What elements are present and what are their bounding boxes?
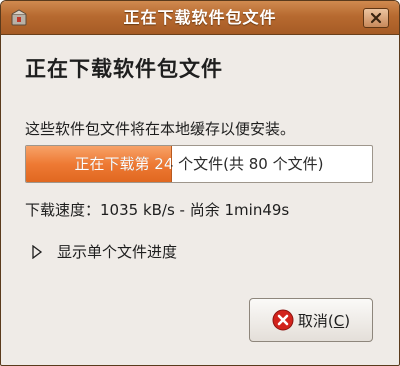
cancel-button[interactable]: 取消(C) bbox=[249, 298, 373, 342]
dialog-description: 这些软件包文件将在本地缓存以便安装。 bbox=[25, 120, 296, 138]
expander-label: 显示单个文件进度 bbox=[57, 243, 178, 261]
triangle-right-icon bbox=[32, 244, 43, 259]
download-speed-text: 下载速度：1035 kB/s - 尚余 1min49s bbox=[25, 201, 290, 219]
cancel-mnemonic: C bbox=[333, 311, 345, 330]
download-dialog-window: 正在下载软件包文件 正在下载软件包文件 这些软件包文件将在本地缓存以便安装。 正… bbox=[0, 0, 400, 366]
dialog-heading: 正在下载软件包文件 bbox=[25, 57, 223, 81]
cancel-label-suffix: ) bbox=[344, 311, 351, 330]
show-file-progress-expander[interactable]: 显示单个文件进度 bbox=[31, 241, 177, 262]
download-progress-bar: 正在下载第 24 个文件(共 80 个文件) 正在下载第 24 个文件(共 80… bbox=[25, 145, 373, 183]
progress-text-highlight: 正在下载第 24 个文件(共 80 个文件) bbox=[74, 155, 171, 173]
cancel-label: 取消(C) bbox=[298, 310, 350, 331]
cancel-label-prefix: 取消( bbox=[297, 311, 334, 330]
close-button[interactable] bbox=[363, 8, 389, 28]
progress-text-overlay: 正在下载第 24 个文件(共 80 个文件) bbox=[26, 146, 171, 182]
close-icon bbox=[370, 12, 382, 24]
cancel-icon bbox=[272, 309, 294, 331]
titlebar[interactable]: 正在下载软件包文件 bbox=[1, 1, 399, 35]
window-title: 正在下载软件包文件 bbox=[123, 8, 277, 27]
